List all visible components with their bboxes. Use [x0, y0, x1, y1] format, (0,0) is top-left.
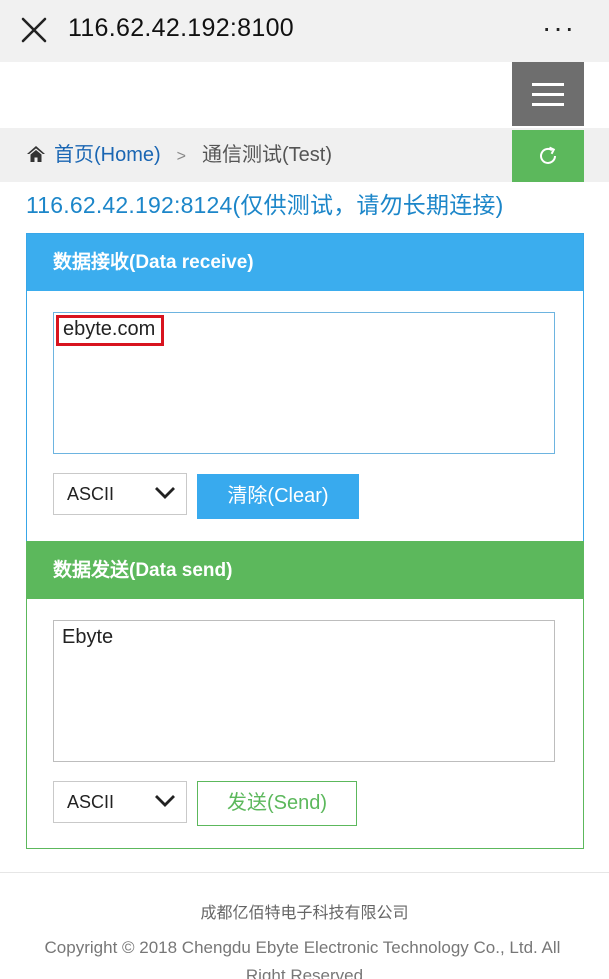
send-button[interactable]: 发送(Send) — [197, 781, 357, 826]
send-textarea[interactable]: Ebyte — [53, 620, 555, 762]
refresh-button[interactable] — [512, 130, 584, 182]
footer-copyright: Copyright © 2018 Chengdu Ebyte Electroni… — [44, 938, 561, 957]
refresh-icon — [540, 146, 556, 164]
send-format-select[interactable]: ASCII — [53, 781, 187, 823]
breadcrumb: 首页(Home) > 通信测试(Test) — [26, 142, 332, 170]
hamburger-icon-bar — [532, 93, 564, 96]
received-text: ebyte.com — [56, 315, 165, 346]
send-panel-header: 数据发送(Data send) — [27, 542, 583, 599]
receive-panel-header: 数据接收(Data receive) — [27, 234, 583, 291]
hamburger-icon — [532, 83, 564, 86]
footer-company-name: 成都亿佰特电子科技有限公司 — [200, 905, 409, 922]
clear-button[interactable]: 清除(Clear) — [197, 474, 359, 519]
breadcrumb-current: 通信测试(Test) — [202, 144, 333, 166]
receive-format-value: ASCII — [67, 484, 115, 504]
page-footer: 成都亿佰特电子科技有限公司 Copyright © 2018 Chengdu E… — [0, 872, 609, 979]
home-icon[interactable] — [26, 145, 46, 163]
breadcrumb-separator: > — [176, 148, 187, 165]
page-url-title: 116.62.42.192:8100 — [68, 14, 294, 42]
send-format-value: ASCII — [67, 792, 115, 812]
browser-top-bar: 116.62.42.192:8100 ··· — [0, 0, 609, 62]
data-send-panel: 数据发送(Data send) Ebyte ASCII 发送(Send) — [26, 541, 584, 849]
chevron-down-icon — [155, 487, 175, 499]
hamburger-icon-bar — [532, 103, 564, 106]
receive-format-select[interactable]: ASCII — [53, 473, 187, 515]
footer-copyright-continued: Right Reserved — [245, 966, 364, 979]
more-options-icon[interactable]: ··· — [542, 14, 576, 42]
chevron-down-icon — [155, 795, 175, 807]
close-icon[interactable] — [18, 14, 50, 46]
data-receive-panel: 数据接收(Data receive) ebyte.com ASCII 清除(Cl… — [26, 233, 584, 542]
breadcrumb-home-link[interactable]: 首页(Home) — [54, 144, 161, 166]
menu-button[interactable] — [512, 62, 584, 126]
server-address-note: 116.62.42.192:8124(仅供测试，请勿长期连接) — [26, 192, 504, 218]
receive-textarea[interactable]: ebyte.com — [53, 312, 555, 454]
